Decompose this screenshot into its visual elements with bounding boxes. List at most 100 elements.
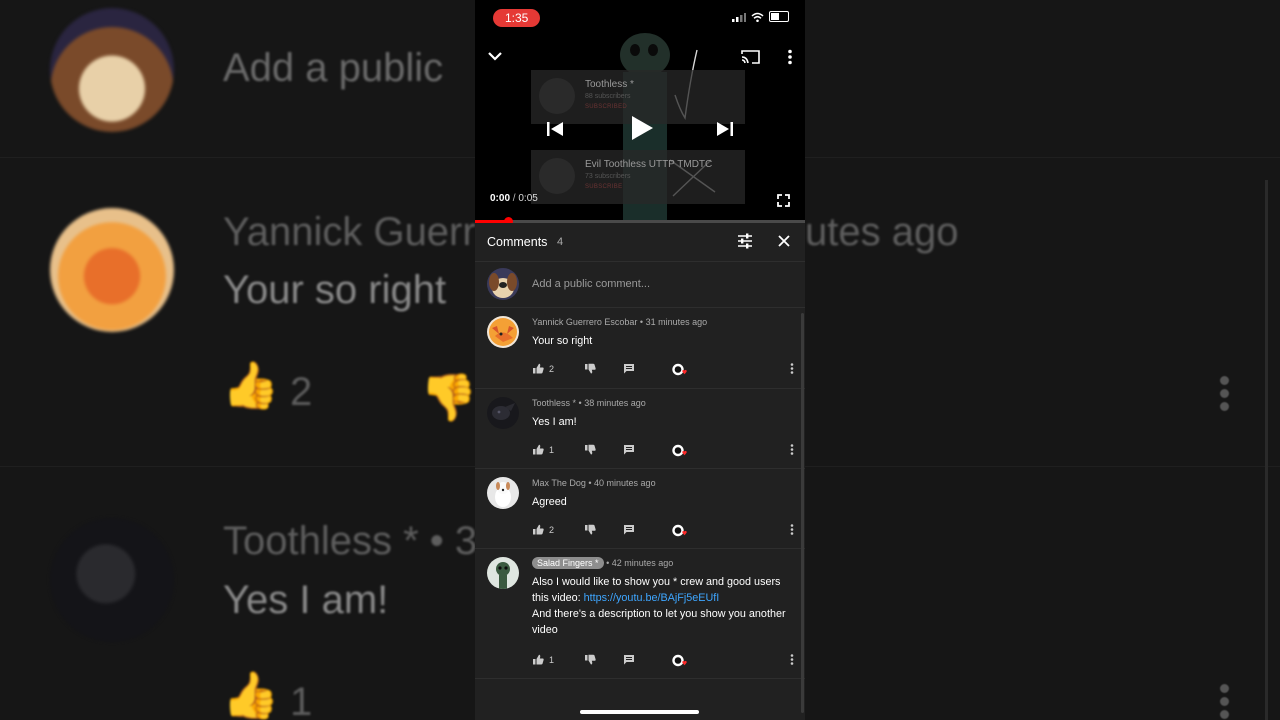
add-comment-input[interactable]: [532, 278, 782, 290]
comment-item: Toothless * • 38 minutes ago Yes I am! 1: [475, 388, 805, 469]
comment-author[interactable]: Yannick Guerrero Escobar: [532, 317, 637, 327]
commenter-avatar[interactable]: [487, 557, 519, 589]
dislike-icon[interactable]: [584, 654, 596, 665]
user-avatar: [487, 268, 519, 300]
add-comment-row[interactable]: [475, 262, 805, 308]
like-count: 1: [549, 445, 555, 455]
comment-time: 31 minutes ago: [645, 317, 708, 327]
bg-avatar-dragon: [50, 518, 174, 642]
like-count: 1: [549, 655, 555, 665]
comment-more-icon[interactable]: [790, 363, 794, 374]
bg-comment-author: Yannick Guerrer: [223, 210, 512, 254]
channel-avatar: [539, 158, 575, 194]
like-count: 2: [549, 525, 555, 535]
comments-title: Comments: [487, 235, 548, 249]
comments-header: Comments 4: [475, 223, 805, 262]
signal-icon: [732, 12, 746, 22]
bg-more-icon-2: [1220, 680, 1230, 720]
reply-icon[interactable]: [623, 444, 635, 455]
channel-subscribe-status: SUBSCRIBE: [585, 184, 623, 190]
like-icon[interactable]: [532, 524, 544, 535]
bg-comment-text: Your so right: [223, 268, 447, 312]
comment-meta: Yannick Guerrero Escobar • 31 minutes ag…: [532, 317, 707, 327]
bg-like-icon-2: 👍: [222, 669, 280, 720]
bg-like-count-2: 1: [290, 680, 313, 720]
like-icon[interactable]: [532, 654, 544, 665]
comment-meta: Salad Fingers * • 42 minutes ago: [532, 557, 674, 569]
comments-count: 4: [557, 236, 564, 248]
sort-filter-icon[interactable]: [736, 232, 754, 250]
creator-heart-icon: [672, 654, 687, 667]
reply-icon[interactable]: [623, 654, 635, 665]
like-icon[interactable]: [532, 444, 544, 455]
comment-more-icon[interactable]: [790, 654, 794, 665]
video-player[interactable]: Toothless * 88 subscribers SUBSCRIBED Ev…: [475, 0, 805, 222]
dislike-icon[interactable]: [584, 444, 596, 455]
close-icon[interactable]: [775, 232, 793, 250]
comment-text: Agreed: [532, 494, 794, 510]
bg-comment-text-2: Yes I am!: [223, 578, 389, 622]
comment-link[interactable]: https://youtu.be/BAjFj5eEUfI: [584, 592, 720, 604]
skip-next-icon[interactable]: [716, 121, 734, 137]
comment-item: Yannick Guerrero Escobar • 31 minutes ag…: [475, 307, 805, 389]
dislike-icon[interactable]: [584, 363, 596, 374]
comment-text: Also I would like to show you * crew and…: [532, 574, 794, 638]
creator-heart-icon: [672, 363, 687, 376]
bg-add-comment-text: Add a public: [223, 46, 444, 90]
bg-comment-time: utes ago: [805, 210, 959, 254]
channel-name: Toothless *: [585, 79, 634, 90]
comment-text-line: Yes I am!: [532, 416, 577, 428]
more-vert-icon[interactable]: [787, 49, 793, 65]
like-count: 2: [549, 364, 555, 374]
wifi-icon: [751, 12, 764, 22]
play-icon[interactable]: [630, 115, 654, 141]
channel-name: Evil Toothless UTTP TMDTC: [585, 159, 713, 170]
bg-comment-author-2: Toothless * • 38: [223, 519, 500, 563]
channel-subscribe-status: SUBSCRIBED: [585, 104, 628, 110]
channel-avatar: [539, 78, 575, 114]
commenter-avatar[interactable]: [487, 397, 519, 429]
comment-actions: 2: [532, 363, 794, 377]
comment-author[interactable]: Salad Fingers *: [532, 557, 604, 569]
status-time: 1:35: [493, 9, 541, 27]
cast-icon[interactable]: [741, 49, 760, 64]
comment-actions: 2: [532, 524, 794, 538]
comment-author[interactable]: Toothless *: [532, 398, 576, 408]
comment-item: Max The Dog • 40 minutes ago Agreed 2: [475, 468, 805, 549]
channel-subscribers: 88 subscribers: [585, 93, 631, 100]
comment-author[interactable]: Max The Dog: [532, 478, 586, 488]
status-bar: 1:35: [475, 8, 805, 27]
current-time: 0:00: [490, 193, 511, 204]
scrollbar[interactable]: [801, 313, 804, 713]
dislike-icon[interactable]: [584, 524, 596, 535]
comment-meta: Max The Dog • 40 minutes ago: [532, 478, 656, 488]
comments-panel: Comments 4 Yannick Guerrero Escobar • 31…: [475, 223, 805, 720]
collapse-chevron-icon[interactable]: [487, 51, 503, 61]
comment-more-icon[interactable]: [790, 444, 794, 455]
fullscreen-icon[interactable]: [777, 194, 790, 207]
comment-text-line: Your so right: [532, 335, 593, 347]
commenter-avatar[interactable]: [487, 316, 519, 348]
comment-time: 42 minutes ago: [611, 558, 674, 568]
bg-avatar-dog: [50, 8, 174, 132]
bg-more-icon: [1220, 372, 1230, 415]
comment-more-icon[interactable]: [790, 524, 794, 535]
like-icon[interactable]: [532, 363, 544, 374]
comment-text: Yes I am!: [532, 414, 794, 430]
reply-icon[interactable]: [623, 363, 635, 374]
comment-text: Your so right: [532, 333, 794, 349]
comment-actions: 1: [532, 654, 794, 668]
bg-avatar-fox: [50, 208, 174, 332]
home-indicator[interactable]: [580, 710, 699, 714]
comment-text-line: Agreed: [532, 496, 567, 508]
channel-subscribers: 73 subscribers: [585, 173, 631, 180]
bg-like-icon: 👍: [222, 359, 280, 411]
commenter-avatar[interactable]: [487, 477, 519, 509]
reply-icon[interactable]: [623, 524, 635, 535]
creator-heart-icon: [672, 524, 687, 537]
skip-previous-icon[interactable]: [546, 121, 564, 137]
comment-time: 38 minutes ago: [584, 398, 646, 408]
channel-card-2: Evil Toothless UTTP TMDTC 73 subscribers…: [531, 150, 745, 204]
comment-actions: 1: [532, 444, 794, 458]
comment-item: Salad Fingers * • 42 minutes ago Also I …: [475, 548, 805, 679]
